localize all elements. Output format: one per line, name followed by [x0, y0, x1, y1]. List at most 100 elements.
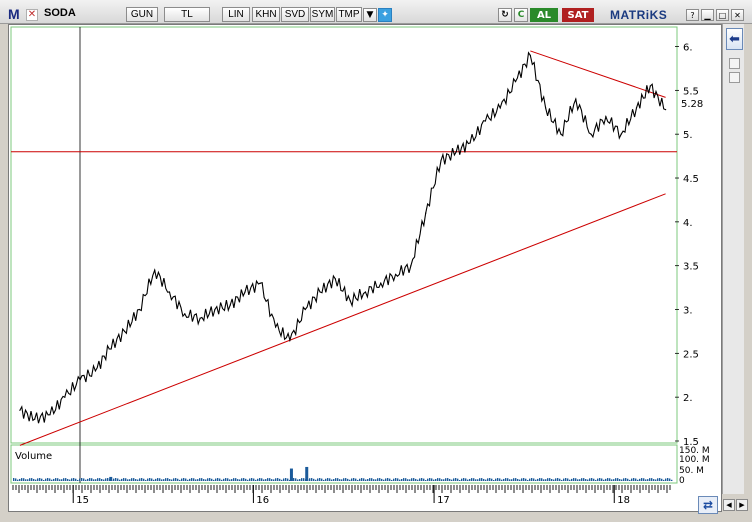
volume-bar	[651, 478, 653, 481]
volume-bar	[139, 478, 141, 481]
maximize-icon[interactable]: □	[716, 9, 729, 21]
volume-bar	[209, 478, 211, 481]
volume-bar	[317, 478, 319, 481]
volume-bar	[585, 479, 587, 481]
price-point	[499, 107, 501, 109]
currency-button[interactable]: TL	[164, 7, 210, 22]
volume-bar	[541, 478, 543, 481]
volume-bar	[145, 479, 147, 481]
price-point	[349, 300, 351, 302]
volume-bar	[313, 478, 315, 481]
volume-bar	[101, 479, 103, 481]
price-tick-label: 6.	[683, 43, 693, 54]
volume-bar	[551, 479, 553, 481]
volume-bar	[373, 479, 375, 481]
volume-bar	[29, 478, 31, 481]
right-panel: ⬅	[722, 24, 744, 494]
volume-bar	[599, 478, 601, 481]
volume-bar	[665, 478, 667, 481]
price-point	[34, 418, 36, 420]
volume-bar	[509, 479, 511, 481]
buy-button[interactable]: AL	[530, 8, 558, 22]
volume-bar	[553, 479, 555, 481]
price-chart[interactable]: 6.5.55.4.54.3.53.2.52.1.5 15 16 17 18 Volum…	[9, 25, 723, 513]
volume-bar	[617, 478, 619, 481]
dropdown-arrow-icon[interactable]: ▼	[363, 8, 377, 22]
prev-icon[interactable]: ◀	[723, 499, 735, 511]
svd-button[interactable]: SVD	[281, 7, 309, 22]
volume-bar	[441, 479, 443, 481]
volume-bar	[453, 478, 455, 481]
price-tick-label: 3.5	[683, 262, 699, 273]
volume-bar	[533, 478, 535, 481]
price-point	[560, 133, 562, 135]
volume-bar	[443, 479, 445, 481]
price-point	[635, 107, 638, 109]
volume-bar	[571, 478, 573, 481]
price-point	[138, 308, 140, 311]
volume-bar	[379, 478, 381, 481]
price-point	[455, 151, 457, 153]
volume-bar	[235, 478, 237, 481]
chart-area[interactable]: 6. 5.5 5. 4.5 4. 3.5 3. 2.5 2. 1.5 15 16 17 18 Volum…	[8, 24, 722, 512]
volume-bar	[629, 479, 631, 481]
twitter-icon[interactable]: ✦	[378, 8, 392, 22]
volume-bar	[469, 478, 471, 481]
volume-bar	[277, 478, 279, 481]
swap-icon[interactable]: ⇄	[698, 496, 718, 514]
volume-bar	[503, 478, 505, 481]
refresh-icon[interactable]: ↻	[498, 8, 512, 22]
volume-bar	[37, 478, 39, 481]
volume-bar	[619, 479, 621, 481]
symbol-field[interactable]: SODA	[44, 7, 76, 19]
volume-bar	[219, 478, 221, 481]
sell-button[interactable]: SAT	[562, 8, 594, 22]
price-point	[514, 80, 517, 83]
back-arrow-icon[interactable]: ⬅	[726, 28, 743, 50]
volume-bar	[269, 478, 271, 481]
window-close-icon[interactable]: ✕	[731, 9, 744, 21]
volume-bar	[595, 479, 597, 481]
volume-bar	[203, 479, 205, 481]
volume-bar	[485, 479, 487, 481]
volume-bar	[49, 478, 51, 481]
volume-bar	[275, 478, 277, 481]
price-point	[469, 142, 471, 144]
volume-bar	[249, 478, 251, 481]
volume-bar	[97, 478, 99, 481]
minimize-icon[interactable]: ▁	[701, 9, 714, 21]
volume-bar	[513, 478, 515, 481]
volume-bar	[73, 478, 75, 481]
volume-bar	[609, 478, 611, 481]
period-button[interactable]: GUN	[126, 7, 158, 22]
linear-scale-button[interactable]: LIN	[222, 7, 250, 22]
volume-bar	[419, 478, 421, 481]
volume-bar	[401, 478, 403, 481]
trendline-0	[19, 193, 666, 446]
volume-bar	[575, 478, 577, 481]
volume-bar	[229, 479, 231, 481]
help-icon[interactable]: ?	[686, 9, 699, 21]
sym-button[interactable]: SYM	[310, 7, 335, 22]
volume-bar	[23, 478, 25, 481]
c-icon[interactable]: C	[514, 8, 528, 22]
price-tick-label: 2.	[683, 393, 693, 404]
close-icon[interactable]: ✕	[26, 9, 38, 21]
scroll-up-button[interactable]	[729, 58, 740, 69]
khn-button[interactable]: KHN	[252, 7, 280, 22]
volume-bar	[243, 478, 245, 481]
volume-bar	[253, 478, 255, 481]
next-icon[interactable]: ▶	[736, 499, 748, 511]
volume-bar	[349, 479, 351, 481]
template-button[interactable]: TMP	[336, 7, 362, 22]
volume-bar	[259, 478, 261, 481]
volume-bar	[587, 479, 589, 481]
volume-bar	[669, 478, 671, 481]
volume-bar	[173, 478, 175, 481]
price-point	[364, 291, 367, 293]
volume-bar	[607, 478, 609, 481]
volume-bar	[207, 478, 209, 481]
scroll-down-button[interactable]	[729, 72, 740, 83]
volume-bar	[199, 478, 201, 481]
volume-bar	[159, 478, 161, 481]
